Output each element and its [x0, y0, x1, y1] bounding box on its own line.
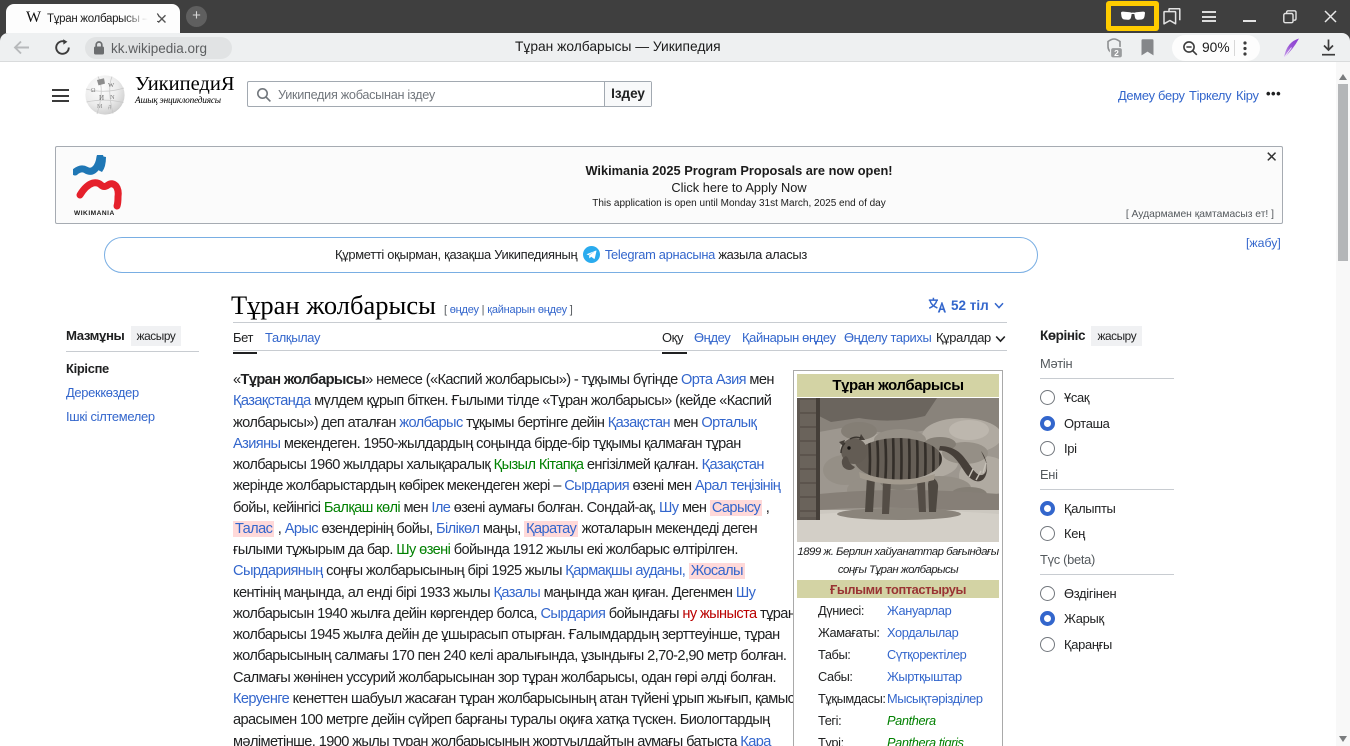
svg-text:д: д: [108, 104, 111, 110]
svg-text:WIKIMANIA: WIKIMANIA: [74, 210, 115, 217]
svg-text:W: W: [108, 82, 115, 89]
svg-text:M: M: [97, 104, 103, 110]
svg-text:2: 2: [1114, 48, 1119, 58]
svg-text:N: N: [110, 94, 115, 101]
svg-text:Ω: Ω: [91, 88, 96, 94]
svg-text:И: И: [99, 94, 104, 102]
